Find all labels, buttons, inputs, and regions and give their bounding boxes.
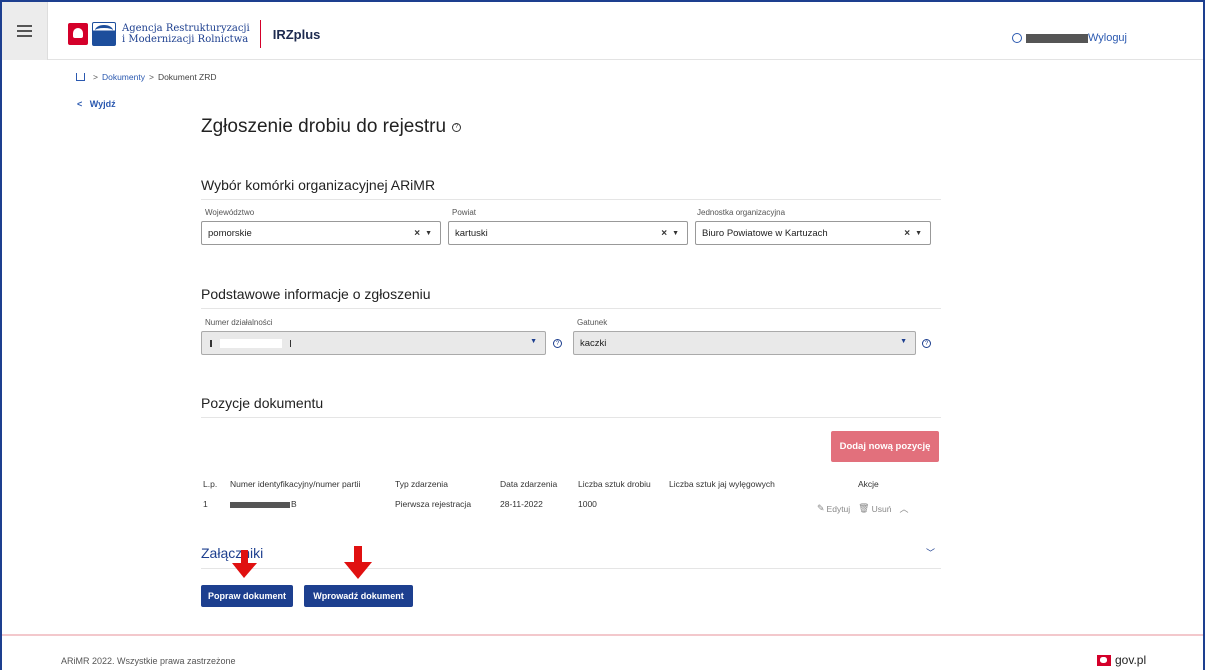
caret-down-icon[interactable]: ▼ [900,338,907,345]
arimr-logo-icon [92,22,116,46]
clear-icon[interactable]: × [661,228,667,239]
trash-icon: 🗑 [858,503,870,513]
exit-label: Wyjdź [89,99,116,109]
row-event-date: 28-11-2022 [500,499,543,509]
breadcrumb: > Dokumenty > Dokument ZRD [76,72,217,82]
correct-document-button[interactable]: Popraw dokument [201,585,293,607]
county-label: Powiat [452,208,477,217]
org-unit-section-title: Wybór komórki organizacyjnej ARiMR [201,177,941,200]
caret-down-icon[interactable]: ▼ [425,230,432,237]
species-help-icon[interactable]: ? [922,339,931,348]
header-divider [259,20,261,48]
org-unit-label: Jednostka organizacyjna [697,208,786,217]
document-positions-section-title: Pozycje dokumentu [201,395,941,418]
voivodeship-select[interactable]: pomorskie × ▼ [201,221,441,245]
delete-action[interactable]: 🗑 Usuń [858,503,891,514]
chevron-up-icon: ︿ [899,504,909,514]
caret-down-icon[interactable]: ▼ [530,338,537,345]
red-arrow-annotation-icon [344,546,372,580]
col-event-date: Data zdarzenia [500,479,558,489]
footer-copyright: ARiMR 2022. Wszystkie prawa zastrzeżone [61,656,236,666]
col-id: Numer identyfikacyjny/numer partii [230,479,361,489]
id-redacted [230,501,290,508]
delete-label: Usuń [871,503,892,514]
red-arrow-annotation-icon [232,550,257,580]
home-icon[interactable] [76,73,85,81]
agency-name: Agencja Restrukturyzacji i Modernizacji … [122,23,250,45]
voivodeship-label: Województwo [205,208,255,217]
clear-icon[interactable]: × [414,228,420,239]
county-select[interactable]: kartuski × ▼ [448,221,688,245]
add-position-button[interactable]: Dodaj nową pozycję [831,431,939,462]
agency-name-line2: i Modernizacji Rolnictwa [122,34,249,45]
collapse-row-button[interactable]: ︿ [899,502,910,515]
chevron-down-icon: ﹀ [925,549,935,559]
row-poultry-count: 1000 [578,499,597,509]
hamburger-icon [17,25,32,37]
row-id: B [230,499,297,509]
top-header: Agencja Restrukturyzacji i Modernizacji … [2,2,1203,60]
basic-info-section: Podstawowe informacje o zgłoszeniu Numer… [201,286,941,355]
breadcrumb-item-dokumenty[interactable]: Dokumenty [102,72,145,82]
user-area: Wyloguj [1011,32,1127,44]
redacted-mark [290,339,291,347]
hamburger-menu-button[interactable] [2,2,48,60]
activity-number-label: Numer działalności [205,318,273,327]
gov-pl-label: gov.pl [1115,653,1147,667]
county-value: kartuski [455,227,488,239]
main-content: Zgłoszenie drobiu do rejestru ? Wybór ko… [201,110,941,418]
pencil-icon: ✎ [817,503,825,513]
caret-down-icon[interactable]: ▼ [672,230,679,237]
document-positions-section: Pozycje dokumentu [201,395,941,418]
help-icon[interactable]: ? [452,122,462,132]
user-icon [1011,33,1022,43]
col-actions: Akcje [858,479,879,489]
polish-eagle-icon [1097,654,1111,666]
exit-link[interactable]: < Wyjdź [77,99,116,109]
gov-pl-logo[interactable]: gov.pl [1097,653,1146,667]
edit-action[interactable]: ✎ Edytuj [817,503,850,514]
logout-link[interactable]: Wyloguj [1088,32,1127,44]
logo-area[interactable]: Agencja Restrukturyzacji i Modernizacji … [68,20,320,48]
polish-eagle-icon [68,23,88,45]
activity-number-select[interactable]: ▼ [201,331,546,355]
row-actions: ✎ Edytuj 🗑 Usuń ︿ [817,502,918,515]
page-title: Zgłoszenie drobiu do rejestru [201,116,447,137]
row-lp: 1 [203,499,208,509]
chevron-left-icon: < [77,99,83,109]
basic-info-section-title: Podstawowe informacje o zgłoszeniu [201,286,941,309]
voivodeship-value: pomorskie [208,227,252,239]
org-unit-section: Wybór komórki organizacyjnej ARiMR Wojew… [201,177,941,245]
footer-divider [2,634,1203,636]
redacted-mark [210,339,212,347]
submit-document-button[interactable]: Wprowadź dokument [304,585,413,607]
breadcrumb-item-current: Dokument ZRD [157,72,217,82]
col-event-type: Typ zdarzenia [395,479,448,489]
org-unit-select[interactable]: Biuro Powiatowe w Kartuzach × ▼ [695,221,931,245]
activity-number-help-icon[interactable]: ? [553,339,562,348]
agency-name-line1: Agencja Restrukturyzacji [122,23,250,34]
org-unit-value: Biuro Powiatowe w Kartuzach [702,227,828,239]
row-event-type: Pierwsza rejestracja [395,499,472,509]
col-lp: L.p. [203,479,218,489]
breadcrumb-separator: > [93,72,98,82]
row-id-suffix: B [291,499,297,509]
page-title-row: Zgłoszenie drobiu do rejestru ? [201,110,941,144]
edit-label: Edytuj [826,503,851,514]
col-poultry-count: Liczba sztuk drobiu [578,479,651,489]
species-label: Gatunek [577,318,608,327]
species-value: kaczki [580,337,607,349]
activity-number-redacted [220,338,282,348]
user-name-redacted [1025,33,1088,43]
caret-down-icon[interactable]: ▼ [915,230,922,237]
species-select[interactable]: kaczki ▼ [573,331,916,355]
attachments-section-toggle[interactable]: Załączniki ﹀ [201,537,941,569]
breadcrumb-separator: > [148,72,154,82]
clear-icon[interactable]: × [904,228,910,239]
app-name: IRZplus [272,26,321,42]
col-eggs-count: Liczba sztuk jaj wylęgowych [669,479,775,489]
